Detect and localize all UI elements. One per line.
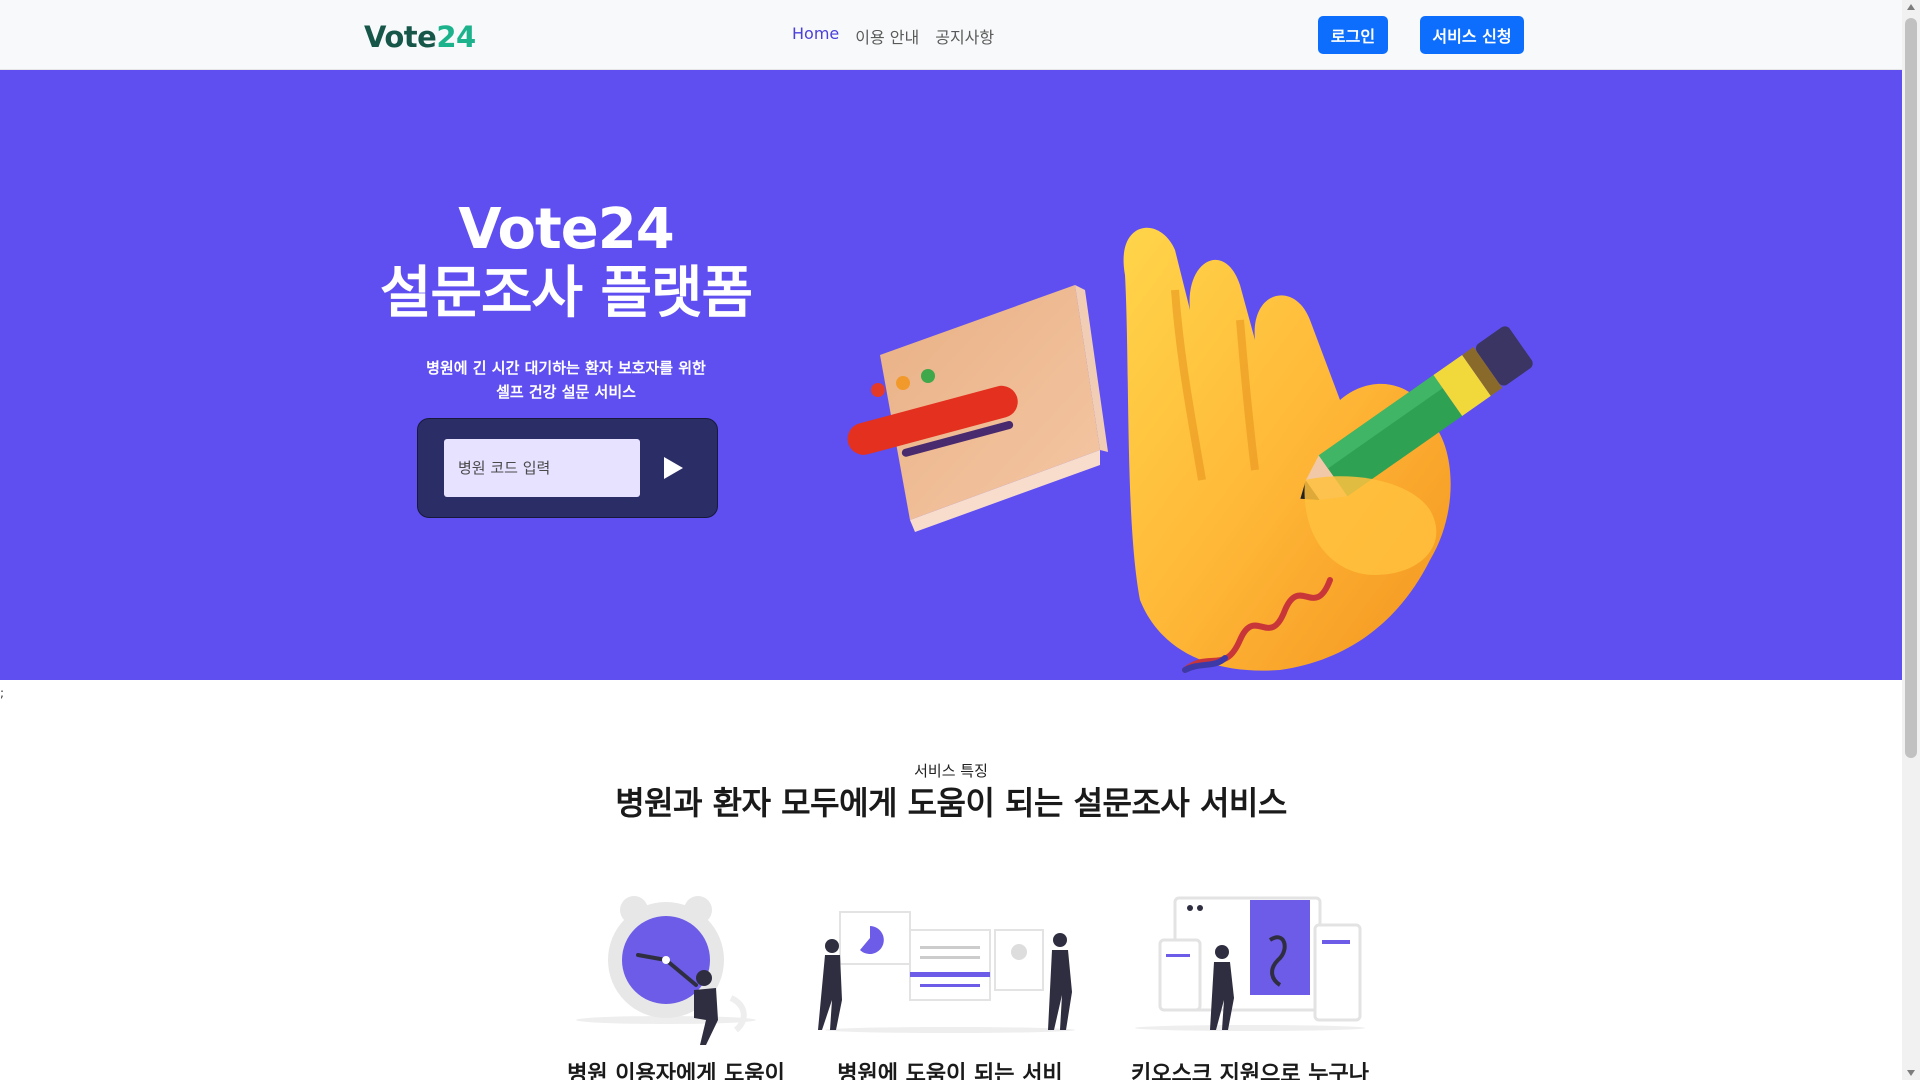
navbar: Vote24 Home 이용 안내 공지사항 로그인 서비스 신청 [0, 0, 1902, 70]
nav-link-home[interactable]: Home [792, 24, 839, 48]
kiosk-illustration-icon [1135, 896, 1365, 1031]
feature-card-3: 키오스크 지원으로 누구나 [1100, 880, 1400, 1080]
logo-text: Vote [364, 20, 437, 54]
presentation-illustration-icon [818, 911, 1075, 1033]
page-scrollbar[interactable] [1902, 0, 1920, 1080]
logo[interactable]: Vote24 [364, 20, 476, 54]
hospital-code-input[interactable] [444, 439, 640, 497]
feature-card-2: 병원에 도움이 되는 서비 [800, 880, 1100, 1080]
features-title: 병원과 환자 모두에게 도움이 되는 설문조사 서비스 [615, 784, 1287, 822]
hero-subtitle: 병원에 긴 시간 대기하는 환자 보호자를 위한 셀프 건강 설문 서비스 [366, 356, 766, 404]
feature-card-2-title: 병원에 도움이 되는 서비 [837, 1062, 1063, 1080]
nav-links: Home 이용 안내 공지사항 [792, 24, 994, 48]
hero-title: Vote24 설문조사 플랫폼 [366, 198, 766, 326]
feature-card-1-title: 병원 이용자에게 도움이 [567, 1062, 785, 1080]
nav-link-notice[interactable]: 공지사항 [935, 24, 994, 48]
scrollbar-thumb[interactable] [1905, 18, 1917, 758]
hero-title-line-1: Vote24 [458, 197, 674, 262]
hero-section: Vote24 설문조사 플랫폼 병원에 긴 시간 대기하는 환자 보호자를 위한… [0, 70, 1902, 680]
hero-subtitle-line-1: 병원에 긴 시간 대기하는 환자 보호자를 위한 [426, 359, 706, 377]
hospital-code-form [417, 418, 718, 518]
login-button[interactable]: 로그인 [1318, 16, 1388, 54]
feature-card-1: 병원 이용자에게 도움이 [526, 880, 826, 1080]
hero-title-line-2: 설문조사 플랫폼 [379, 261, 753, 326]
submit-play-icon[interactable] [660, 455, 688, 483]
scroll-down-arrow-icon[interactable] [1907, 1070, 1915, 1076]
hero-subtitle-line-2: 셀프 건강 설문 서비스 [496, 383, 636, 401]
scroll-up-arrow-icon[interactable] [1907, 4, 1915, 10]
nav-link-guide[interactable]: 이용 안내 [855, 24, 919, 48]
logo-number: 24 [436, 20, 476, 54]
page: Vote24 Home 이용 안내 공지사항 로그인 서비스 신청 Vote24… [0, 0, 1920, 1080]
hand-pencil-illustration [847, 227, 1533, 673]
clock-illustration-icon [576, 896, 756, 1045]
feature-card-3-title: 키오스크 지원으로 누구나 [1131, 1062, 1369, 1080]
service-apply-button[interactable]: 서비스 신청 [1420, 16, 1524, 54]
stray-character: ; [0, 686, 5, 700]
